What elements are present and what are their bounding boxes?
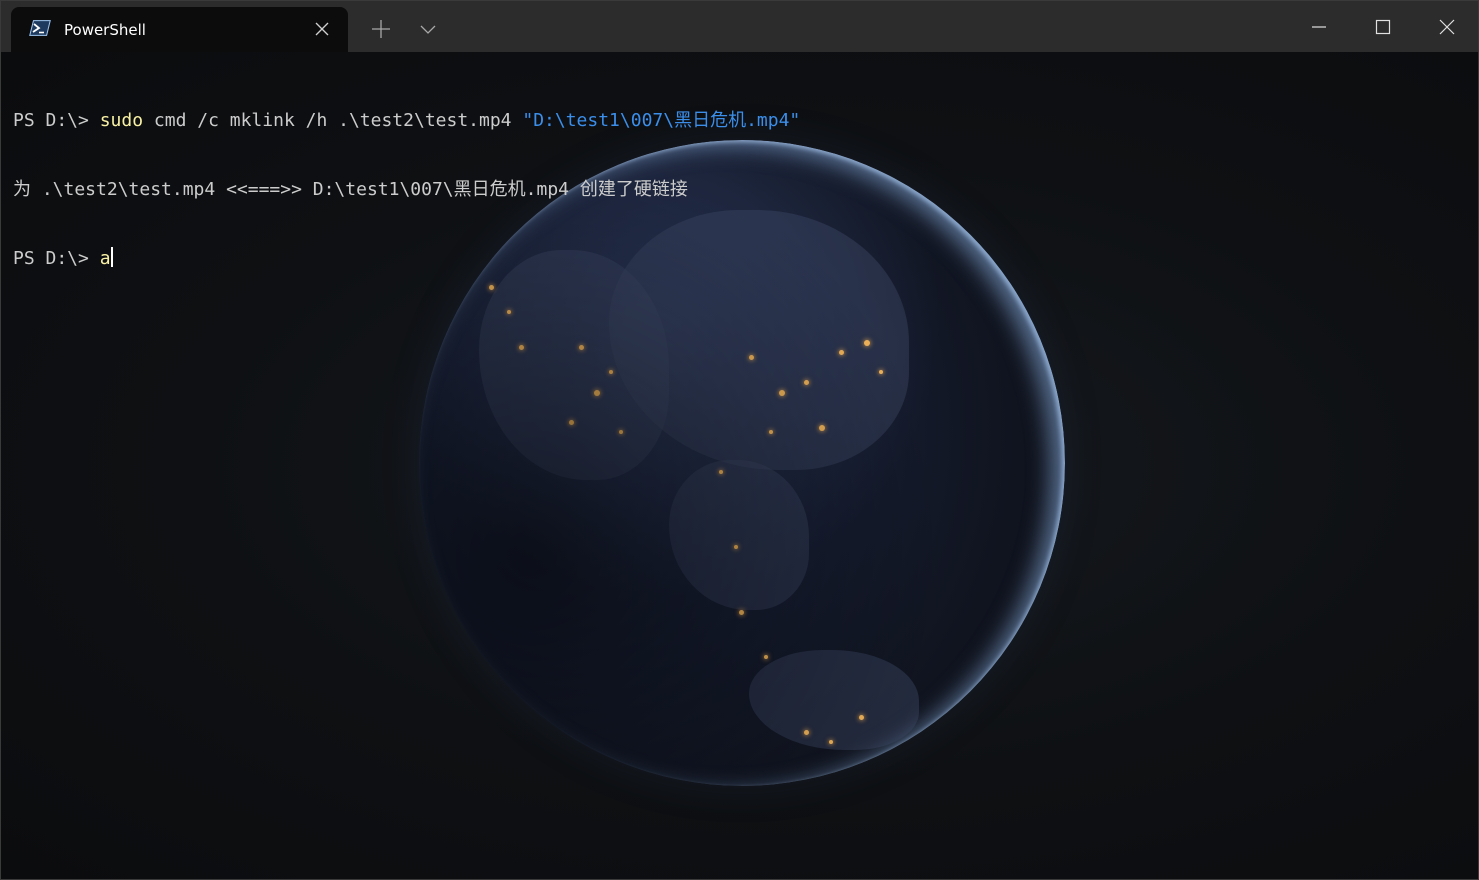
- maximize-icon: [1375, 19, 1391, 35]
- powershell-icon: [29, 19, 51, 37]
- terminal-line[interactable]: PS D:\> a: [13, 247, 800, 270]
- tab-title: PowerShell: [64, 21, 146, 39]
- command-output: 为 .\test2\test.mp4 <<===>> D:\test1\007\…: [13, 179, 688, 200]
- chevron-down-icon: [420, 25, 436, 34]
- terminal-window: PowerShell PS D:\> sudo cmd /c mklink /h…: [0, 0, 1479, 880]
- new-tab-button[interactable]: [367, 17, 395, 41]
- command-string-arg: "D:\test1\007\黑日危机.mp4": [522, 110, 801, 131]
- command-name: sudo: [99, 110, 144, 131]
- close-icon: [1439, 19, 1455, 35]
- plus-icon: [372, 20, 390, 38]
- command-args: cmd /c mklink /h .\test2\test.mp4: [143, 110, 523, 131]
- terminal-output: PS D:\> sudo cmd /c mklink /h .\test2\te…: [13, 63, 800, 316]
- current-input[interactable]: a: [100, 248, 111, 269]
- terminal-line: 为 .\test2\test.mp4 <<===>> D:\test1\007\…: [13, 178, 800, 201]
- prompt: PS D:\>: [13, 248, 100, 269]
- terminal-line: PS D:\> sudo cmd /c mklink /h .\test2\te…: [13, 109, 800, 132]
- minimize-button[interactable]: [1287, 1, 1351, 52]
- tab-powershell[interactable]: PowerShell: [11, 7, 348, 52]
- prompt: PS D:\>: [13, 110, 100, 131]
- title-bar[interactable]: PowerShell: [1, 1, 1478, 52]
- minimize-icon: [1312, 26, 1326, 28]
- terminal-area[interactable]: PS D:\> sudo cmd /c mklink /h .\test2\te…: [1, 52, 1478, 879]
- tab-dropdown-button[interactable]: [415, 17, 443, 41]
- close-icon[interactable]: [312, 19, 332, 39]
- text-cursor: [110, 247, 113, 267]
- maximize-button[interactable]: [1351, 1, 1415, 52]
- close-window-button[interactable]: [1415, 1, 1478, 52]
